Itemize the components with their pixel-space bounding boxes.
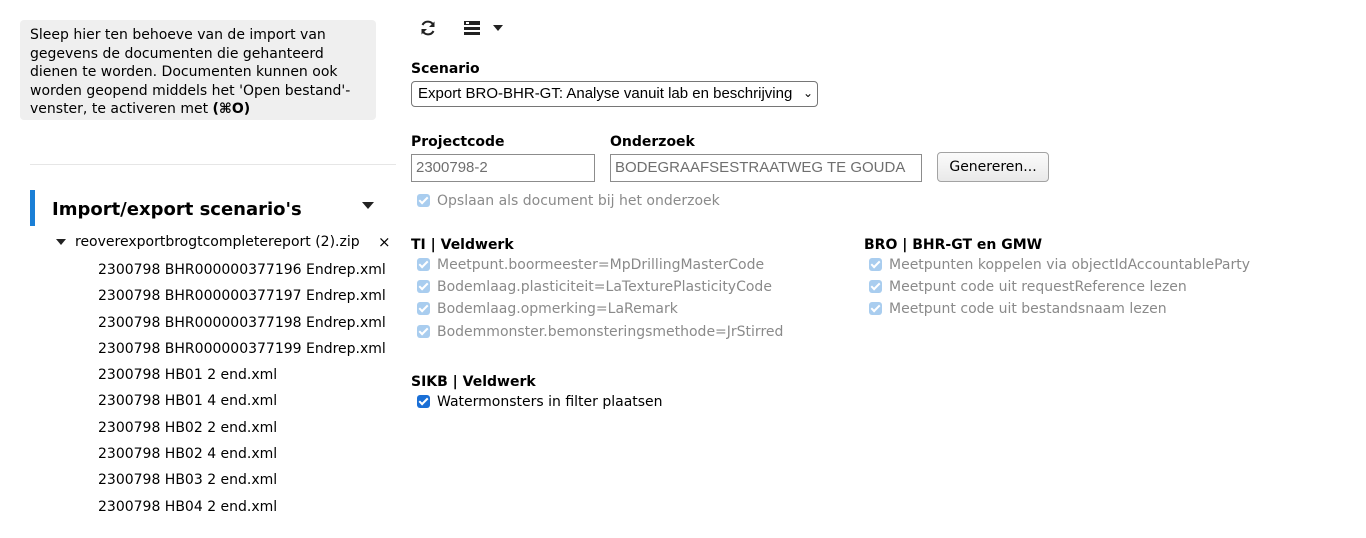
option-checkbox[interactable]: Bodemlaag.opmerking=LaRemark — [417, 301, 678, 321]
scenario-selected: Export BRO-BHR-GT: Analyse vanuit lab en… — [418, 85, 793, 102]
checkbox-label: Meetpunt.boormeester=MpDrillingMasterCod… — [437, 257, 765, 273]
projectcode-input[interactable]: 2300798-2 — [411, 154, 595, 182]
checkbox-checked-icon — [417, 194, 430, 207]
refresh-icon[interactable] — [419, 19, 437, 37]
option-checkbox[interactable]: Bodemmonster.bemonsteringsmethode=JrStir… — [417, 324, 783, 344]
checkbox-checked-icon — [417, 280, 430, 293]
option-checkbox[interactable]: Meetpunt code uit bestandsnaam lezen — [869, 301, 1167, 321]
file-item[interactable]: 2300798 BHR000000377196 Endrep.xml — [98, 257, 396, 283]
checkbox-label: Watermonsters in filter plaatsen — [437, 394, 663, 410]
group-title-bro: BRO | BHR-GT en GMW — [864, 237, 1043, 253]
layout-list-icon[interactable] — [463, 20, 481, 36]
onderzoek-input[interactable]: BODEGRAAFSESTRAATWEG TE GOUDA — [610, 154, 922, 182]
checkbox-checked-icon — [417, 325, 430, 338]
chevron-down-icon[interactable] — [56, 239, 66, 245]
generate-button[interactable]: Genereren... — [937, 152, 1049, 182]
option-checkbox[interactable]: Watermonsters in filter plaatsen — [417, 394, 663, 414]
checkbox-checked-icon — [869, 280, 882, 293]
group-title-ti: TI | Veldwerk — [411, 237, 514, 253]
checkbox-checked-icon — [417, 302, 430, 315]
file-item[interactable]: 2300798 BHR000000377197 Endrep.xml — [98, 283, 396, 309]
file-item[interactable]: 2300798 BHR000000377198 Endrep.xml — [98, 310, 396, 336]
chevron-down-icon[interactable] — [493, 25, 503, 31]
scenario-select[interactable]: Export BRO-BHR-GT: Analyse vanuit lab en… — [411, 81, 818, 107]
file-item[interactable]: 2300798 HB04 2 end.xml — [98, 494, 396, 520]
onderzoek-label: Onderzoek — [610, 134, 695, 150]
chevron-down-icon: ⌄ — [802, 86, 813, 100]
zip-file-row[interactable]: reoverexportbrogtcompletereport (2).zip … — [55, 233, 400, 253]
save-as-document-checkbox[interactable]: Opslaan als document bij het onderzoek — [417, 193, 720, 213]
open-shortcut: (⌘O) — [212, 101, 251, 117]
divider — [30, 164, 396, 165]
section-collapse-icon[interactable] — [362, 202, 374, 209]
checkbox-checked-icon — [417, 258, 430, 271]
file-item[interactable]: 2300798 HB02 2 end.xml — [98, 415, 396, 441]
projectcode-label: Projectcode — [411, 134, 505, 150]
checkbox-label: Meetpunt code uit requestReference lezen — [889, 279, 1187, 295]
file-item[interactable]: 2300798 HB02 4 end.xml — [98, 441, 396, 467]
file-item[interactable]: 2300798 BHR000000377199 Endrep.xml — [98, 336, 396, 362]
checkbox-label: Bodemmonster.bemonsteringsmethode=JrStir… — [437, 324, 784, 340]
scenario-label: Scenario — [411, 61, 480, 77]
checkbox-checked-icon — [869, 258, 882, 271]
drop-zone-hint: Sleep hier ten behoeve van de import van… — [30, 27, 351, 117]
file-item[interactable]: 2300798 HB03 2 end.xml — [98, 467, 396, 493]
checkbox-label: Bodemlaag.opmerking=LaRemark — [437, 301, 678, 317]
option-checkbox[interactable]: Meetpunten koppelen via objectIdAccounta… — [869, 257, 1250, 277]
zip-file-name: reoverexportbrogtcompletereport (2).zip — [75, 234, 360, 250]
section-title: Import/export scenario's — [52, 199, 302, 220]
checkbox-checked-icon — [869, 302, 882, 315]
import-drop-zone[interactable]: Sleep hier ten behoeve van de import van… — [20, 20, 376, 120]
checkbox-label: Bodemlaag.plasticiteit=LaTexturePlastici… — [437, 279, 772, 295]
file-item[interactable]: 2300798 HB01 2 end.xml — [98, 362, 396, 388]
file-list: 2300798 BHR000000377196 Endrep.xml 23007… — [98, 257, 396, 520]
checkbox-label: Opslaan als document bij het onderzoek — [437, 193, 720, 209]
option-checkbox[interactable]: Bodemlaag.plasticiteit=LaTexturePlastici… — [417, 279, 772, 299]
section-accent-bar — [30, 190, 35, 226]
close-icon[interactable]: × — [378, 233, 391, 251]
sidebar: Sleep hier ten behoeve van de import van… — [0, 0, 400, 538]
option-checkbox[interactable]: Meetpunt.boormeester=MpDrillingMasterCod… — [417, 257, 764, 277]
file-item[interactable]: 2300798 HB01 4 end.xml — [98, 388, 396, 414]
checkbox-label: Meetpunten koppelen via objectIdAccounta… — [889, 257, 1251, 273]
checkbox-checked-icon — [417, 395, 430, 408]
option-checkbox[interactable]: Meetpunt code uit requestReference lezen — [869, 279, 1187, 299]
checkbox-label: Meetpunt code uit bestandsnaam lezen — [889, 301, 1167, 317]
group-title-sikb: SIKB | Veldwerk — [411, 374, 536, 390]
